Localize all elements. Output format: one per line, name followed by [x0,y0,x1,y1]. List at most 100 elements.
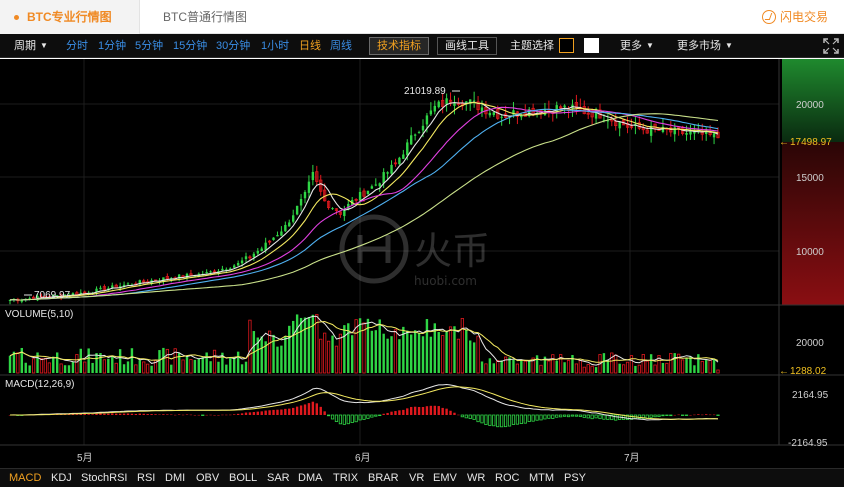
indicator-trix[interactable]: TRIX [333,469,358,487]
volume-bar [87,348,90,373]
candle-body [437,101,440,108]
volume-bar [712,358,716,373]
candle-body [303,192,307,199]
macd-histogram-bar [602,414,606,420]
macd-histogram-bar [162,414,165,415]
macd-histogram-bar [233,414,236,415]
candle-body [272,237,275,241]
volume-bar [634,365,637,373]
interval-15min[interactable]: 15分钟 [173,34,207,58]
macd-histogram-bar [515,414,520,425]
indicator-dma[interactable]: DMA [298,469,322,487]
macd-histogram-bar [527,414,531,422]
tech-indicator-button[interactable]: 技术指标 [369,37,429,55]
macd-histogram-bar [425,406,429,415]
macd-histogram-bar [366,414,370,419]
interval-weekly[interactable]: 周线 [330,34,352,58]
macd-histogram-bar [472,414,476,420]
candle-body [264,242,267,251]
macd-histogram-bar [115,413,118,415]
current-volume-label: 1288.02 [790,366,827,377]
interval-5min[interactable]: 5分钟 [135,34,163,58]
indicator-wr[interactable]: WR [467,469,485,487]
interval-timeshare[interactable]: 分时 [66,34,88,58]
more-dropdown[interactable]: 更多 ▼ [620,34,654,58]
macd-histogram-bar [338,414,343,425]
macd-histogram-bar [570,414,575,417]
volume-bar [366,318,370,373]
indicator-mtm[interactable]: MTM [529,469,554,487]
caret-down-icon: ▼ [646,41,654,50]
macd-histogram-bar [189,414,193,416]
indicator-roc[interactable]: ROC [495,469,519,487]
indicator-psy[interactable]: PSY [564,469,586,487]
theme-light-swatch[interactable] [584,38,599,53]
volume-bar [413,330,417,373]
indicator-emv[interactable]: EMV [433,469,457,487]
tab-btc-pro-chart[interactable]: BTC专业行情图 [0,0,140,34]
indicator-obv[interactable]: OBV [196,469,219,487]
volume-bar [708,359,712,374]
macd-histogram-bar [441,407,444,415]
macd-histogram-bar [684,414,689,416]
flash-trade-link[interactable]: 闪电交易 [761,0,828,34]
candle-body [260,248,263,252]
period-dropdown[interactable]: 周期 ▼ [14,34,48,58]
interval-daily[interactable]: 日线 [299,34,321,58]
indicator-vr[interactable]: VR [409,469,424,487]
volume-bar [665,362,669,374]
indicator-dmi[interactable]: DMI [165,469,185,487]
macd-histogram-bar [244,412,248,415]
theme-dark-swatch[interactable] [559,38,574,53]
macd-histogram-bar [256,411,259,415]
indicator-rsi[interactable]: RSI [137,469,155,487]
current-price-label: 17498.97 [790,137,832,148]
macd-histogram-bar [578,414,582,417]
volume-bar [122,364,126,373]
volume-bar [130,348,134,373]
chart-toolbar: 周期 ▼ 分时 1分钟 5分钟 15分钟 30分钟 1小时 日线 周线 技术指标 … [0,34,844,58]
volume-bar [303,317,307,373]
macd-histogram-bar [240,413,244,415]
volume-bar [669,352,673,374]
candle-body [425,115,429,125]
volume-bar [586,364,590,374]
indicator-stochrsi[interactable]: StochRSI [81,469,127,487]
indicator-kdj[interactable]: KDJ [51,469,72,487]
macd-histogram [8,401,720,428]
interval-1min[interactable]: 1分钟 [98,34,126,58]
volume-bar [410,334,413,373]
candle-body [685,133,688,135]
tab-btc-normal-chart[interactable]: BTC普通行情图 [163,0,247,34]
macd-histogram-bar [205,414,208,416]
top-tab-bar: BTC专业行情图 BTC普通行情图 闪电交易 [0,0,844,34]
macd-histogram-bar [457,414,460,416]
interval-30min[interactable]: 30分钟 [216,34,250,58]
volume-bar [351,335,354,373]
macd-histogram-bar [386,412,389,415]
macd-histogram-bar [197,414,200,416]
volume-bar [547,360,551,374]
macd-histogram-bar [705,414,708,415]
kline-chart-svg[interactable]: 火币 huobi.com 21019.89 7069.97 20000 1500… [0,59,844,468]
macd-histogram-bar [118,413,122,415]
macd-histogram-bar [394,411,397,415]
price-axis-tick-10000: 10000 [796,247,824,258]
volume-bar [685,358,688,373]
more-markets-dropdown[interactable]: 更多市场 ▼ [677,34,733,58]
chart-area[interactable]: 火币 huobi.com 21019.89 7069.97 20000 1500… [0,59,844,468]
candle-body [295,205,299,215]
indicator-macd[interactable]: MACD [9,469,41,487]
indicator-boll[interactable]: BOLL [229,469,257,487]
indicator-brar[interactable]: BRAR [368,469,399,487]
volume-bar [170,364,173,373]
indicator-sar[interactable]: SAR [267,469,290,487]
drawing-tools-button[interactable]: 画线工具 [437,37,497,55]
macd-histogram-bar [500,414,504,428]
volume-bar [476,335,480,374]
volume-bar [574,363,579,374]
interval-1hour[interactable]: 1小时 [261,34,289,58]
macd-histogram-bar [91,414,94,415]
candle-body [111,285,114,288]
fullscreen-icon[interactable] [822,37,840,55]
